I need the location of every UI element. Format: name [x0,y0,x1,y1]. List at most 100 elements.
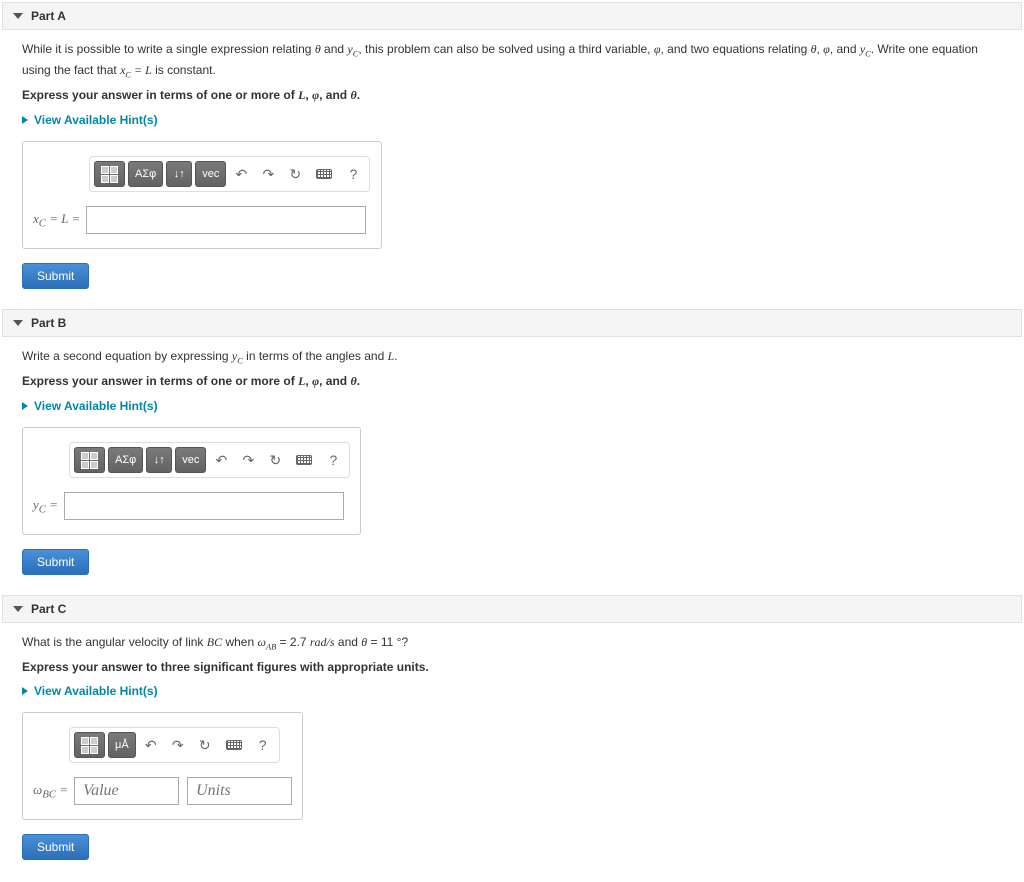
text: , this problem can also be solved using … [358,42,654,56]
text: is constant. [152,63,216,77]
answer-input-a[interactable] [86,206,366,234]
templates-button[interactable] [74,732,105,758]
bc-symbol: BC [207,635,222,649]
val1: = 2.7 rad/s [276,635,334,649]
chevron-down-icon [13,13,23,19]
part-b-body: Write a second equation by expressing yC… [2,347,1022,595]
greek-button[interactable]: ΑΣφ [108,447,143,473]
units-button[interactable]: μÅ [108,732,136,758]
templates-icon [101,166,118,183]
text: . [394,349,397,363]
part-b-header[interactable]: Part B [2,309,1022,337]
chevron-down-icon [13,320,23,326]
answer-row-c: ωBC = [33,777,292,805]
chevron-right-icon [22,687,28,695]
keyboard-icon [296,455,312,465]
phi-symbol: φ [823,42,830,56]
vec-button[interactable]: vec [195,161,226,187]
part-c-title: Part C [31,602,66,616]
text: . [357,374,360,388]
answer-label-c: ωBC = [33,782,68,801]
templates-button[interactable] [74,447,105,473]
text: , and [319,88,350,102]
submit-button-a[interactable]: Submit [22,263,89,289]
arrows-button[interactable]: ↓↑ [146,447,172,473]
text: Write a second equation by expressing [22,349,232,363]
keyboard-icon [316,169,332,179]
text: , and [830,42,860,56]
yc-symbol: yC [347,42,358,56]
answer-row-b: yC = [33,492,350,520]
value-input-c[interactable] [74,777,179,805]
units-input-c[interactable] [187,777,292,805]
reset-button[interactable]: ↻ [263,447,287,473]
text: What is the angular velocity of link [22,635,207,649]
keyboard-button[interactable] [290,447,318,473]
part-c-question: What is the angular velocity of link BC … [22,633,1002,654]
greek-button[interactable]: ΑΣφ [128,161,163,187]
answer-area-a: ΑΣφ ↓↑ vec ↶ ↷ ↻ ? xC = L = [22,141,382,249]
vec-button[interactable]: vec [175,447,206,473]
chevron-right-icon [22,402,28,410]
hint-label: View Available Hint(s) [34,113,158,127]
part-c-instruction: Express your answer to three significant… [22,660,1002,674]
text: Express your answer in terms of one or m… [22,374,298,388]
part-b-instruction: Express your answer in terms of one or m… [22,374,1002,389]
part-a-header[interactable]: Part A [2,2,1022,30]
part-c-header[interactable]: Part C [2,595,1022,623]
equation-toolbar-c: μÅ ↶ ↷ ↻ ? [69,727,280,763]
redo-button[interactable]: ↷ [236,447,260,473]
equation-toolbar-a: ΑΣφ ↓↑ vec ↶ ↷ ↻ ? [89,156,370,192]
hint-label: View Available Hint(s) [34,684,158,698]
text: . [357,88,360,102]
help-button[interactable]: ? [251,732,275,758]
part-a-question: While it is possible to write a single e… [22,40,1002,82]
keyboard-button[interactable] [220,732,248,758]
answer-area-b: ΑΣφ ↓↑ vec ↶ ↷ ↻ ? yC = [22,427,361,535]
keyboard-button[interactable] [310,161,338,187]
undo-button[interactable]: ↶ [139,732,163,758]
text: ? [401,635,408,649]
help-button[interactable]: ? [321,447,345,473]
redo-button[interactable]: ↷ [256,161,280,187]
answer-label-b: yC = [33,497,58,516]
answer-row-a: xC = L = [33,206,371,234]
help-button[interactable]: ? [341,161,365,187]
text: in terms of the angles and [243,349,388,363]
part-b-title: Part B [31,316,66,330]
templates-button[interactable] [94,161,125,187]
chevron-down-icon [13,606,23,612]
hint-link-b[interactable]: View Available Hint(s) [22,399,1002,413]
part-a-title: Part A [31,9,66,23]
text: Express your answer in terms of one or m… [22,88,298,102]
undo-button[interactable]: ↶ [229,161,253,187]
submit-button-b[interactable]: Submit [22,549,89,575]
answer-label-a: xC = L = [33,211,80,230]
omega-ab-symbol: ωAB [257,635,276,649]
redo-button[interactable]: ↷ [166,732,190,758]
text: While it is possible to write a single e… [22,42,315,56]
text: , and [319,374,350,388]
xc-eq-l: xC = L [120,63,152,77]
templates-icon [81,737,98,754]
undo-button[interactable]: ↶ [209,447,233,473]
arrows-button[interactable]: ↓↑ [166,161,192,187]
part-c-body: What is the angular velocity of link BC … [2,633,1022,880]
keyboard-icon [226,740,242,750]
answer-input-b[interactable] [64,492,344,520]
yc-symbol: yC [860,42,871,56]
hint-link-a[interactable]: View Available Hint(s) [22,113,1002,127]
text: , and two equations relating [660,42,810,56]
text: when [222,635,257,649]
part-a-body: While it is possible to write a single e… [2,40,1022,309]
reset-button[interactable]: ↻ [193,732,217,758]
submit-button-c[interactable]: Submit [22,834,89,860]
chevron-right-icon [22,116,28,124]
hint-link-c[interactable]: View Available Hint(s) [22,684,1002,698]
equation-toolbar-b: ΑΣφ ↓↑ vec ↶ ↷ ↻ ? [69,442,350,478]
hint-label: View Available Hint(s) [34,399,158,413]
part-b-question: Write a second equation by expressing yC… [22,347,1002,368]
val2: = 11 ° [367,635,401,649]
yc-symbol: yC [232,349,243,363]
reset-button[interactable]: ↻ [283,161,307,187]
